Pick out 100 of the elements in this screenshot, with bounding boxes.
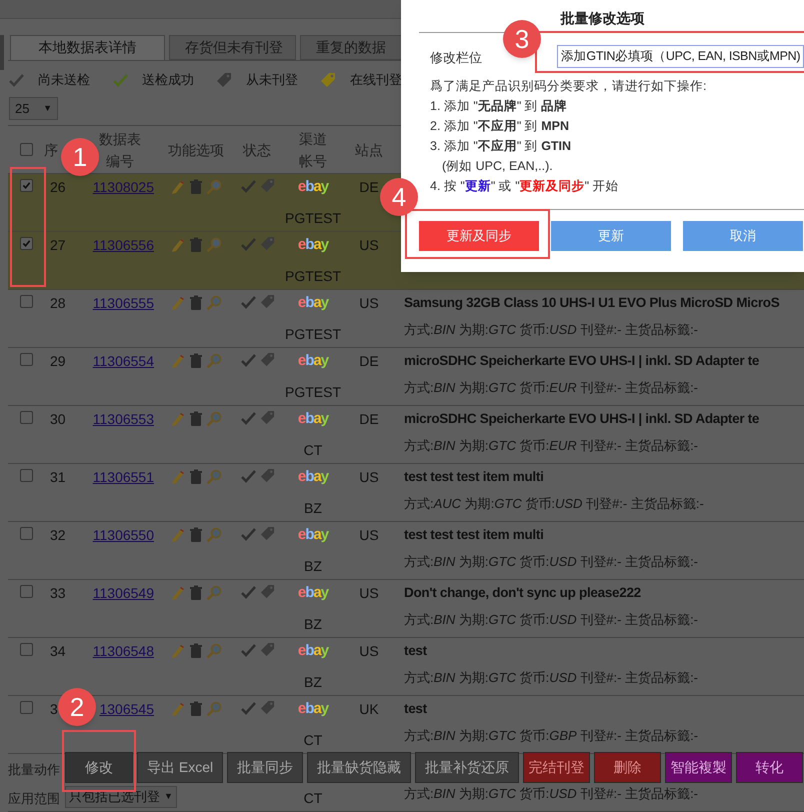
search-icon (206, 179, 222, 195)
checkbox[interactable] (20, 585, 32, 598)
checkbox[interactable] (20, 143, 32, 156)
bulk-action-button[interactable]: 删除 (594, 752, 662, 783)
checkbox[interactable] (20, 353, 32, 366)
checkbox[interactable] (20, 179, 32, 192)
record-link[interactable]: 11306549 (92, 582, 154, 637)
trash-icon (188, 353, 204, 369)
instruction-text: (例如 UPC, EAN,..). (441, 158, 554, 175)
tag-icon (260, 642, 274, 657)
listing-details: 方式:BIN 为期:GTC 货币:USD 刊登#:- 主货品标籤:- (404, 553, 700, 571)
product-title: test (404, 642, 428, 660)
bulk-action-button[interactable]: 批量缺货隐藏 (307, 752, 412, 783)
page-size-select[interactable]: 25 ▼ (9, 97, 58, 120)
checkbox[interactable] (20, 701, 32, 714)
row-number: 28 (50, 294, 66, 313)
account-name: BZ (304, 499, 322, 518)
dialog-button[interactable]: 取消 (683, 221, 803, 251)
legend-label: 从未刊登 (246, 71, 298, 89)
product-title: test test test item multi (404, 468, 545, 486)
listing-details: 方式:BIN 为期:GTC 货币:EUR 刊登#:- 主货品标籤:- (404, 437, 700, 455)
check-icon (240, 584, 256, 600)
bulk-action-button[interactable]: 转化 (736, 752, 804, 783)
search-icon (206, 527, 222, 543)
field-select[interactable]: 添加GTIN必填项（UPC, EAN, ISBN或MPN) (557, 45, 804, 68)
search-icon (206, 295, 222, 311)
record-link[interactable]: 11306555 (92, 292, 154, 347)
pencil-icon (170, 411, 186, 427)
account-name: CT (304, 789, 322, 808)
channel-logo: ebay (298, 467, 328, 487)
channel-logo: ebay (298, 351, 328, 371)
check-icon (240, 294, 256, 310)
tab[interactable]: 存货但未有刊登 (169, 35, 296, 60)
listing-details: 方式:BIN 为期:GTC 货币:USD 刊登#:- 主货品标籤:- (404, 669, 700, 687)
trash-icon (188, 701, 204, 717)
product-title: test (404, 700, 428, 718)
checkbox[interactable] (20, 469, 32, 482)
pencil-icon (170, 469, 186, 485)
row-number: 30 (50, 410, 66, 429)
search-icon (206, 469, 222, 485)
row-number: 27 (50, 236, 66, 255)
row-number: 29 (50, 352, 66, 371)
column-header: 数据表编号 (98, 130, 142, 170)
tag-icon (260, 236, 274, 251)
record-link[interactable]: 11306556 (92, 234, 154, 289)
bulk-action-button[interactable]: 智能複製 (665, 752, 732, 783)
record-link[interactable]: 11306550 (92, 524, 154, 579)
listing-details: 方式:BIN 为期:GTC 货币:USD 刊登#:- 主货品标籤:- (404, 611, 700, 629)
pencil-icon (170, 353, 186, 369)
record-link[interactable]: 1306545 (99, 698, 154, 753)
check-icon (240, 700, 256, 716)
check-icon (240, 410, 256, 426)
site-code: DE (359, 352, 379, 371)
search-icon (206, 643, 222, 659)
step-marker: 2 (58, 688, 96, 726)
bulk-actions-label: 批量动作 (8, 761, 60, 779)
instruction-text: 1. 添加 "无品牌" 到 品牌 (430, 98, 568, 115)
dialog-button[interactable]: 更新及同步 (419, 221, 539, 251)
instruction-text: 3. 添加 "不应用" 到 GTIN (430, 138, 572, 155)
checkbox[interactable] (20, 411, 32, 424)
bulk-action-button[interactable]: 完结刊登 (523, 752, 590, 783)
bulk-action-button[interactable]: 导出 Excel (137, 752, 224, 783)
bulk-action-button[interactable]: 修改 (65, 752, 133, 783)
record-link[interactable]: 11306553 (92, 408, 154, 463)
trash-icon (188, 585, 204, 601)
trash-icon (188, 411, 204, 427)
site-code: US (359, 294, 379, 313)
trash-icon (188, 469, 204, 485)
checkbox[interactable] (20, 237, 32, 250)
dialog-button[interactable]: 更新 (551, 221, 671, 251)
bulk-action-button[interactable]: 批量同步 (227, 752, 304, 783)
check-icon (240, 352, 256, 368)
account-name: BZ (304, 673, 322, 692)
tag-icon (260, 526, 274, 541)
dialog-title: 批量修改选项 (559, 9, 646, 28)
tab[interactable]: 本地数据表详情 (10, 35, 165, 60)
tag-icon (260, 352, 274, 367)
bulk-action-button[interactable]: 批量补货还原 (415, 752, 520, 783)
pencil-icon (170, 643, 186, 659)
trash-icon (188, 527, 204, 543)
instruction-text: 4. 按 "更新" 或 "更新及同步" 开始 (430, 178, 620, 195)
listing-details: 方式:BIN 为期:GTC 货币:GBP 刊登#:- 主货品标籤:- (404, 727, 700, 745)
record-link[interactable]: 11306551 (92, 466, 154, 521)
legend-label: 在线刊登 (350, 71, 402, 89)
record-link[interactable]: 11306554 (92, 350, 154, 405)
channel-logo: ebay (298, 583, 328, 603)
instruction-text: 2. 添加 "不应用" 到 MPN (430, 118, 570, 135)
channel-logo: ebay (298, 293, 328, 313)
listing-details: 方式:BIN 为期:GTC 货币:USD 刊登#:- 主货品标籤:- (404, 785, 700, 803)
column-header: 站点 (355, 140, 383, 160)
checkbox[interactable] (20, 643, 32, 656)
channel-logo: ebay (298, 699, 328, 719)
row-number: 34 (50, 642, 66, 661)
trash-icon (188, 295, 204, 311)
check-icon (240, 526, 256, 542)
pencil-icon (170, 701, 186, 717)
checkbox[interactable] (20, 295, 32, 308)
column-header: 状态 (243, 140, 271, 160)
record-link[interactable]: 11308025 (92, 176, 154, 231)
checkbox[interactable] (20, 527, 32, 540)
